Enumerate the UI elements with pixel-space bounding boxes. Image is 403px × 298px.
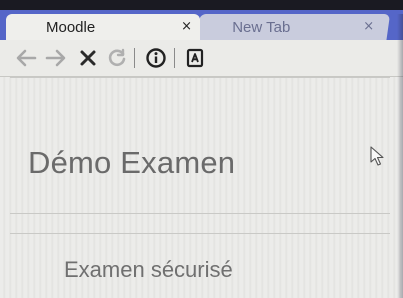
page-content: Démo Examen Examen sécurisé bbox=[0, 77, 403, 298]
reader-icon[interactable] bbox=[183, 46, 207, 70]
tab-close-icon[interactable]: × bbox=[181, 20, 192, 34]
tab-close-icon[interactable]: × bbox=[363, 19, 374, 34]
page-title: Démo Examen bbox=[28, 145, 236, 180]
info-icon[interactable] bbox=[144, 46, 168, 70]
section-divider bbox=[10, 213, 390, 214]
toolbar-separator bbox=[134, 48, 135, 68]
tab-title: New Tab bbox=[232, 19, 291, 36]
tab-strip: New Tab × Moodle × bbox=[0, 10, 403, 44]
section-divider bbox=[10, 233, 390, 234]
browser-toolbar bbox=[0, 40, 403, 77]
back-arrow-icon[interactable] bbox=[14, 46, 38, 70]
section-title[interactable]: Examen sécurisé bbox=[64, 257, 233, 283]
mouse-cursor-icon bbox=[370, 146, 384, 170]
screen-edge-shadow bbox=[397, 14, 403, 298]
forward-arrow-icon[interactable] bbox=[44, 46, 68, 70]
reload-icon[interactable] bbox=[105, 46, 129, 70]
tab-title: Moodle bbox=[46, 19, 96, 36]
screen: New Tab × Moodle × Démo Examen Examen sé… bbox=[0, 0, 403, 298]
header-divider bbox=[10, 77, 390, 78]
stop-icon[interactable] bbox=[76, 46, 100, 70]
toolbar-separator bbox=[174, 48, 175, 68]
